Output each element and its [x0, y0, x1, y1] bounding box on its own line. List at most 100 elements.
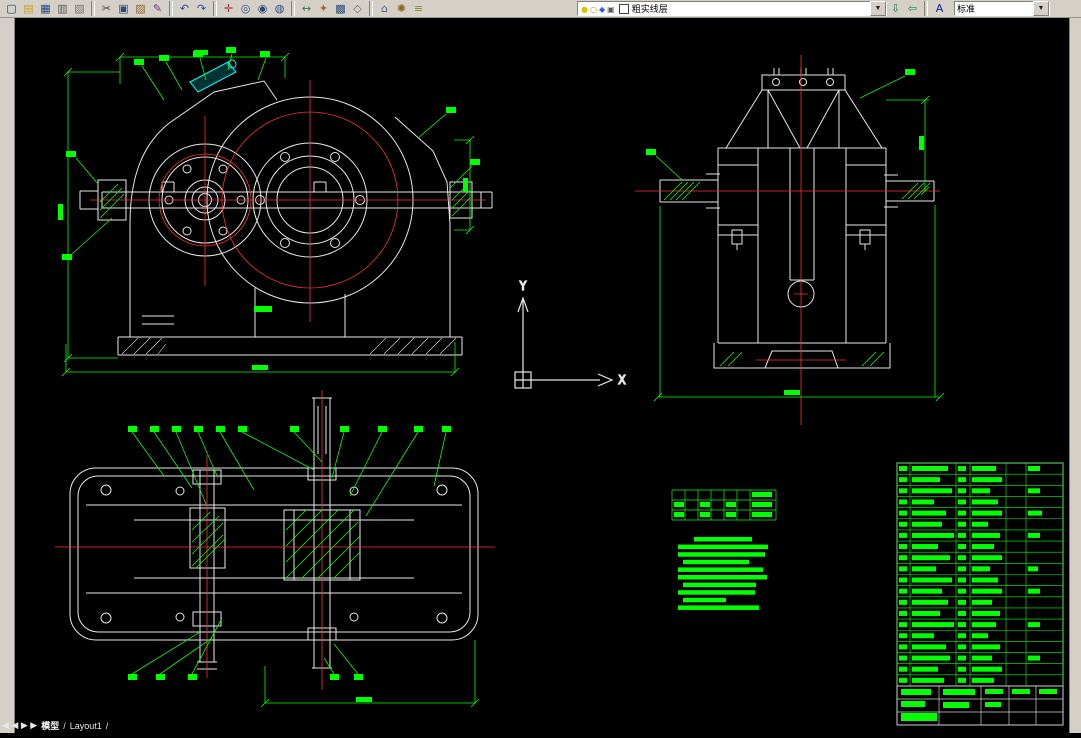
parts-cell-text [912, 488, 952, 493]
parts-cell-text [958, 522, 966, 527]
parts-cell-text [958, 611, 966, 616]
parts-cell-text [958, 466, 966, 471]
layer-name: 粗实线层 [632, 2, 668, 15]
copy-icon[interactable]: ▣ [115, 1, 132, 17]
print-icon[interactable]: ▥ [54, 1, 71, 17]
parts-cell-text [912, 477, 940, 482]
param-cell-text [674, 512, 684, 517]
paste-icon[interactable]: ▨ [132, 1, 149, 17]
parts-cell-text [958, 555, 966, 560]
tech-text-line [683, 583, 756, 588]
parts-cell-text [972, 667, 1002, 672]
match-properties-icon[interactable]: ✎ [149, 1, 166, 17]
toolbar-separator [169, 1, 173, 16]
zoom-window-icon[interactable]: ◉ [254, 1, 271, 17]
cad-drawing: Y X [14, 18, 1070, 733]
parts-cell-text [958, 656, 966, 661]
tab-model[interactable]: 模型 [41, 719, 59, 732]
tech-text-line [678, 567, 763, 572]
open-file-icon[interactable]: ▤ [20, 1, 37, 17]
object-snap-icon[interactable]: ◇ [349, 1, 366, 17]
parts-cell-text [912, 544, 938, 549]
tech-text-line [678, 552, 765, 557]
pan-icon[interactable]: ✛ [220, 1, 237, 17]
parts-cell-text [1028, 533, 1040, 538]
layer-color-swatch [619, 4, 629, 14]
zoom-previous-icon[interactable]: ◍ [271, 1, 288, 17]
parts-cell-text [899, 611, 907, 616]
parts-cell-text [972, 622, 996, 627]
redraw-icon[interactable]: ✦ [315, 1, 332, 17]
ucs-icon: Y X [515, 279, 626, 388]
tech-text-line [678, 605, 759, 610]
layer-dropdown-arrow-icon[interactable]: ▼ [870, 1, 886, 16]
layers-manager-icon[interactable]: ≡ [410, 1, 427, 17]
parts-cell-text [899, 566, 907, 571]
parts-cell-text [912, 511, 946, 516]
zoom-realtime-icon[interactable]: ◎ [237, 1, 254, 17]
param-cell-text [752, 502, 772, 507]
parts-cell-text [899, 622, 907, 627]
new-file-icon[interactable]: ▢ [3, 1, 20, 17]
cut-icon[interactable]: ✂ [98, 1, 115, 17]
toolbar-layer-tools: ⇩⇦ [887, 0, 921, 18]
toolbar-separator [924, 1, 928, 16]
parts-cell-text [972, 499, 998, 504]
parts-cell-text [912, 600, 948, 605]
undo-icon[interactable]: ↶ [176, 1, 193, 17]
toolbar-separator [291, 1, 295, 16]
parts-cell-text [958, 578, 966, 583]
model-space-canvas[interactable]: Y X [14, 18, 1070, 733]
save-icon[interactable]: ▦ [37, 1, 54, 17]
parts-cell-text [899, 656, 907, 661]
parts-cell-text [1028, 511, 1042, 516]
layer-dropdown[interactable]: ●○◆▣ 粗实线层 ▼ [577, 1, 887, 16]
parts-cell-text [958, 477, 966, 482]
parts-cell-text [958, 533, 966, 538]
right-scrollbar[interactable] [1069, 18, 1081, 733]
parts-cell-text [972, 600, 992, 605]
text-style-icon[interactable]: A [931, 1, 948, 17]
parts-cell-text [972, 678, 994, 683]
param-cell-text [726, 502, 736, 507]
parts-cell-text [1028, 466, 1040, 471]
named-views-icon[interactable]: ⌂ [376, 1, 393, 17]
parts-cell-text [912, 678, 944, 683]
parts-cell-text [958, 667, 966, 672]
distance-icon[interactable]: ↔ [298, 1, 315, 17]
tab-layout1[interactable]: Layout1 [70, 721, 102, 731]
parts-cell-text [958, 600, 966, 605]
parts-cell-text [972, 578, 998, 583]
print-preview-icon[interactable]: ▧ [71, 1, 88, 17]
parts-cell-text [899, 477, 907, 482]
parts-cell-text [912, 633, 934, 638]
parts-cell-text [912, 611, 940, 616]
parts-cell-text [912, 499, 934, 504]
style-dropdown-arrow-icon[interactable]: ▼ [1033, 1, 1049, 16]
top-view-callout-labels [128, 426, 451, 702]
parts-cell-text [958, 499, 966, 504]
make-object-layer-current-icon[interactable]: ⇩ [887, 1, 904, 17]
parts-cell-text [899, 511, 907, 516]
parts-cell-text [1028, 656, 1040, 661]
tab-nav-arrows[interactable]: ◀ ◀ ▶ ▶ [2, 720, 37, 731]
parts-cell-text [958, 633, 966, 638]
layer-lock-icon: ◆ [599, 5, 605, 14]
parts-cell-text [958, 566, 966, 571]
parts-cell-text [1028, 566, 1038, 571]
parts-cell-text [958, 678, 966, 683]
front-view [58, 47, 492, 376]
layer-previous-icon[interactable]: ⇦ [904, 1, 921, 17]
redo-icon[interactable]: ↷ [193, 1, 210, 17]
regen-icon[interactable]: ✺ [393, 1, 410, 17]
parts-cell-text [972, 611, 1000, 616]
tab-separator: / [106, 721, 109, 731]
param-cell-text [700, 502, 710, 507]
text-style-dropdown[interactable]: 标准 ▼ [954, 1, 1050, 16]
parts-list-table [897, 463, 1063, 686]
parts-cell-text [1028, 589, 1040, 594]
text-style-tool: A [931, 0, 948, 18]
parts-cell-text [899, 644, 907, 649]
properties-icon[interactable]: ▩ [332, 1, 349, 17]
parts-cell-text [972, 566, 990, 571]
